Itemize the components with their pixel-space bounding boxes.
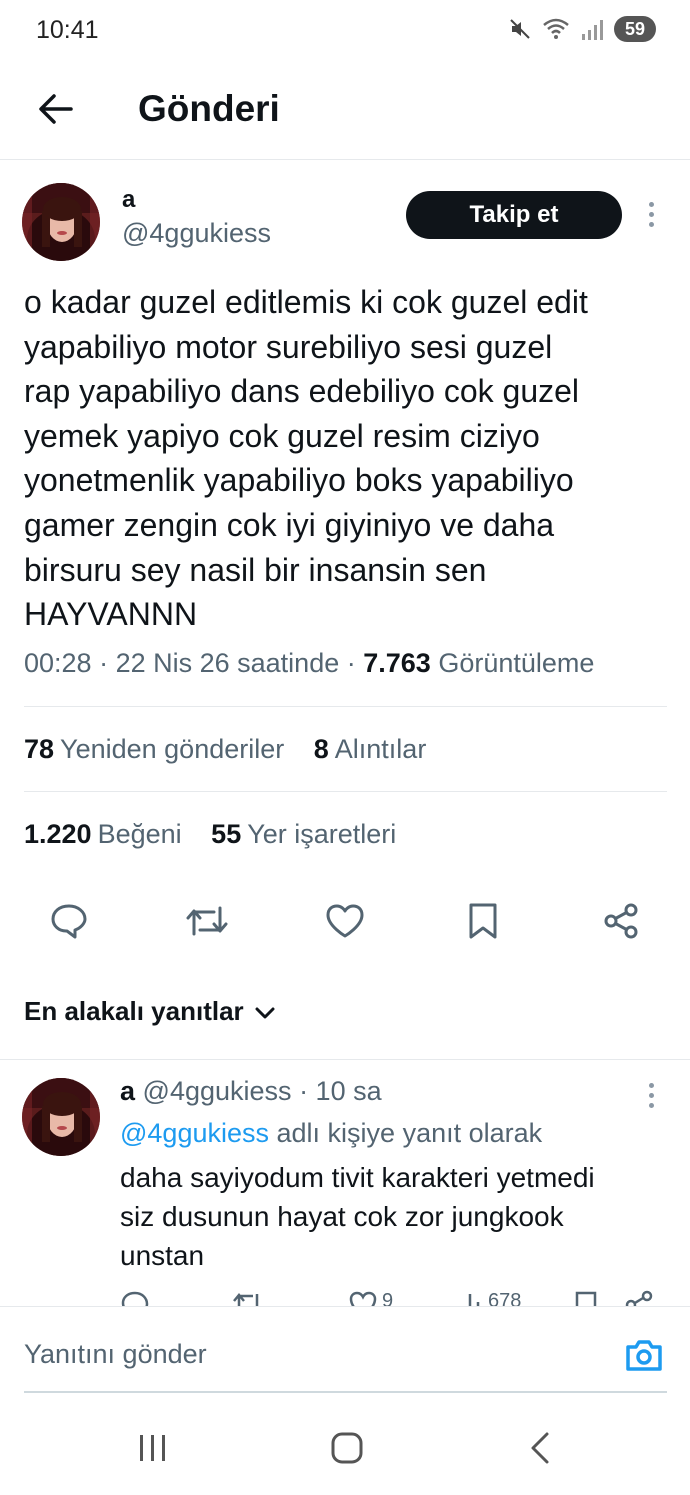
reply-actions: 9 678 (0, 1290, 690, 1306)
chevron-left-icon (528, 1431, 552, 1470)
share-button[interactable] (591, 893, 651, 953)
retweets-label: Yeniden gönderiler (60, 734, 285, 764)
stats-row-1: 78 Yeniden gönderiler 8 Alıntılar (24, 734, 448, 765)
page-title: Gönderi (138, 88, 280, 129)
views-icon (458, 1290, 484, 1306)
reply-avatar[interactable] (22, 1078, 100, 1156)
bookmarks-count: 55 (211, 819, 242, 849)
reply-share-button[interactable] (624, 1290, 654, 1306)
reply-views-button[interactable]: 678 (458, 1290, 521, 1306)
recent-apps-icon (137, 1433, 169, 1468)
bookmarks-stat[interactable]: 55 Yer işaretleri (211, 819, 396, 849)
meta-separator: · (91, 648, 116, 678)
author-name[interactable]: a (122, 186, 135, 214)
reply-header: a @4ggukiess · 10 sa (120, 1076, 382, 1107)
retweet-button[interactable] (177, 893, 237, 953)
meta-separator: · (339, 648, 364, 678)
like-icon (348, 1290, 378, 1306)
retweet-icon (232, 1290, 264, 1306)
reply-text: daha sayiyodum tivit karakteri yetmedi s… (120, 1162, 595, 1271)
system-back-button[interactable] (515, 1430, 565, 1470)
quotes-stat[interactable]: 8 Alıntılar (314, 734, 427, 764)
reply-author-name[interactable]: a (120, 1076, 135, 1106)
reply-sort-dropdown[interactable]: En alakalı yanıtlar (24, 996, 276, 1027)
bookmark-button[interactable] (453, 893, 513, 953)
camera-button[interactable] (622, 1337, 666, 1377)
back-button[interactable] (30, 86, 80, 136)
camera-icon (624, 1337, 664, 1378)
chevron-down-icon (254, 996, 276, 1027)
reply-retweet-button[interactable] (232, 1290, 264, 1306)
follow-button[interactable]: Takip et (406, 191, 622, 239)
bookmarks-label: Yer işaretleri (247, 819, 397, 849)
status-time: 10:41 (36, 16, 99, 44)
tweet-views: 7.763 (363, 648, 431, 678)
app-header: Gönderi (0, 64, 690, 160)
recent-apps-button[interactable] (128, 1430, 178, 1470)
status-bar: 10:41 59 (0, 0, 690, 64)
avatar[interactable] (22, 183, 100, 261)
stats-row-2: 1.220 Beğeni 55 Yer işaretleri (24, 819, 418, 850)
tweet-actions (0, 893, 690, 953)
tweet-date: 22 Nis 26 saatinde (115, 648, 340, 678)
more-options-icon[interactable] (641, 194, 661, 234)
sort-label: En alakalı yanıtlar (24, 996, 244, 1026)
likes-count: 1.220 (24, 819, 92, 849)
home-button[interactable] (322, 1430, 372, 1470)
likes-stat[interactable]: 1.220 Beğeni (24, 819, 182, 849)
reply-composer: Yanıtını gönder (0, 1306, 690, 1393)
battery-icon: 59 (614, 16, 656, 42)
reply-icon (50, 903, 88, 944)
composer-underline (24, 1391, 667, 1393)
author-handle[interactable]: @4ggukiess (122, 218, 271, 249)
divider (24, 706, 667, 707)
reply-time: · 10 sa (299, 1076, 382, 1106)
replying-to: @4ggukiess adlı kişiye yanıt olarak (120, 1118, 542, 1149)
mute-icon (508, 17, 532, 41)
status-icons: 59 (508, 16, 656, 42)
reply-button[interactable] (39, 893, 99, 953)
reply-more-options-icon[interactable] (641, 1075, 661, 1115)
wifi-icon (542, 17, 570, 41)
retweets-stat[interactable]: 78 Yeniden gönderiler (24, 734, 284, 764)
replying-mention[interactable]: @4ggukiess (120, 1118, 269, 1148)
home-icon (330, 1431, 364, 1470)
like-icon (325, 903, 365, 944)
quotes-count: 8 (313, 734, 329, 764)
divider (0, 1059, 690, 1060)
likes-label: Beğeni (97, 819, 182, 849)
reply-input[interactable]: Yanıtını gönder (24, 1339, 207, 1370)
arrow-left-icon (37, 93, 73, 130)
replying-suffix: adlı kişiye yanıt olarak (276, 1118, 543, 1148)
share-icon (624, 1290, 654, 1306)
reply-views-count: 678 (488, 1290, 522, 1306)
retweet-icon (185, 904, 229, 943)
reply-icon (120, 1290, 150, 1306)
quotes-label: Alıntılar (334, 734, 427, 764)
reply-author-handle[interactable]: @4ggukiess (143, 1076, 292, 1106)
retweets-count: 78 (24, 734, 55, 764)
reply-like-count: 9 (382, 1290, 394, 1306)
bookmark-icon (467, 902, 499, 945)
reply-bookmark-button[interactable] (574, 1290, 598, 1306)
bookmark-icon (574, 1290, 598, 1306)
tweet-meta: 00:28 · 22 Nis 26 saatinde · 7.763 Görün… (24, 648, 594, 679)
reply-like-button[interactable]: 9 (348, 1290, 393, 1306)
tweet-views-label: Görüntüleme (438, 648, 595, 678)
like-button[interactable] (315, 893, 375, 953)
signal-icon (580, 18, 604, 40)
tweet-text: o kadar guzel editlemis ki cok guzel edi… (24, 284, 588, 633)
system-nav-bar (0, 1400, 690, 1495)
divider (24, 791, 667, 792)
tweet-time: 00:28 (24, 648, 92, 678)
share-icon (602, 902, 640, 945)
reply-reply-button[interactable] (120, 1290, 150, 1306)
